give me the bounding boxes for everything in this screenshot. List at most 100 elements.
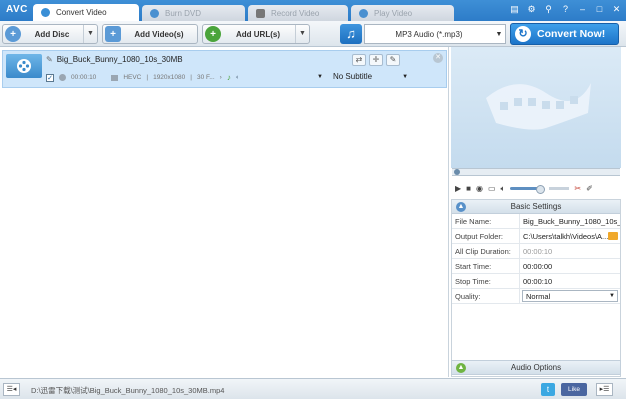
- minimize-icon[interactable]: –: [577, 4, 588, 15]
- add-urls-label: Add URL(s): [236, 29, 280, 39]
- speaker-icon[interactable]: 🔈︎: [501, 184, 506, 194]
- remove-file-icon[interactable]: ✕: [433, 53, 443, 63]
- add-urls-button[interactable]: + Add URL(s) ▼: [202, 24, 310, 44]
- tab-record-video[interactable]: Record Video: [248, 5, 348, 21]
- music-note-icon: ♪: [226, 73, 231, 82]
- cut-icon[interactable]: ✂: [574, 184, 581, 193]
- file-list-pane: ✎ Big_Buck_Bunny_1080_10s_30MB ✓ 00:00:1…: [0, 47, 449, 377]
- file-name-row: ✎ Big_Buck_Bunny_1080_10s_30MB: [46, 55, 183, 64]
- disc-icon: [150, 8, 159, 18]
- refresh-icon: ↻: [515, 26, 531, 42]
- volume-slider[interactable]: [510, 185, 546, 194]
- chevron-down-icon[interactable]: ▼: [295, 25, 309, 43]
- clip-duration-value: 00:00:10: [523, 246, 553, 256]
- volume-slider-rest: [549, 187, 570, 190]
- pen-icon[interactable]: ✐: [586, 184, 593, 193]
- playback-progress-slider[interactable]: [452, 168, 620, 176]
- quality-select[interactable]: Normal ▼: [522, 290, 618, 302]
- gear-icon[interactable]: ⚙: [526, 4, 537, 15]
- quality-value: Normal: [526, 291, 551, 301]
- film-plus-icon: +: [105, 26, 121, 42]
- tab-label: Burn DVD: [165, 8, 202, 18]
- settings-row-file-name: File Name: Big_Buck_Bunny_1080_10s_3...: [452, 214, 620, 229]
- settings-row-output-folder: Output Folder: C:\Users\talkh\Videos\A..…: [452, 229, 620, 244]
- edit-icon[interactable]: ✎: [46, 55, 53, 64]
- convert-now-button[interactable]: ↻ Convert Now!: [510, 23, 619, 45]
- settings-key: Output Folder:: [452, 229, 520, 243]
- speaker-icon: 🔈︎: [235, 73, 240, 81]
- chevron-down-icon: ▼: [609, 293, 615, 299]
- crop-icon[interactable]: ✛: [369, 54, 383, 66]
- settings-row-start-time: Start Time: 00:00:00: [452, 259, 620, 274]
- folder-icon[interactable]: [608, 232, 618, 240]
- tab-label: Play Video: [374, 8, 413, 18]
- settings-panel: ▲ Basic Settings File Name: Big_Buck_Bun…: [451, 199, 621, 377]
- preview-area: [451, 47, 621, 168]
- twitter-icon[interactable]: t: [541, 383, 555, 396]
- file-name[interactable]: Big_Buck_Bunny_1080_10s_30MB: [57, 55, 183, 64]
- tab-burn-dvd[interactable]: Burn DVD: [142, 5, 245, 21]
- settings-row-quality: Quality: Normal ▼: [452, 289, 620, 304]
- start-time-field[interactable]: 00:00:00: [520, 259, 620, 273]
- like-label: Like: [568, 386, 580, 393]
- basic-settings-title: Basic Settings: [510, 202, 562, 211]
- music-note-icon[interactable]: ♫: [340, 24, 362, 44]
- chevron-down-icon: ▼: [317, 73, 323, 80]
- subtitle-value: No Subtitle: [332, 72, 373, 81]
- snapshot-icon[interactable]: ◉: [476, 184, 483, 193]
- expand-icon: ▲: [456, 363, 466, 373]
- file-duration: 00:00:10: [71, 74, 97, 81]
- facebook-like-button[interactable]: Like: [561, 383, 587, 396]
- tab-label: Record Video: [271, 8, 320, 18]
- file-resolution: 1920x1080: [153, 74, 186, 81]
- add-videos-label: Add Video(s): [134, 29, 184, 39]
- folder-icon[interactable]: ▭: [488, 184, 496, 193]
- chevron-right-icon[interactable]: ›: [220, 74, 222, 81]
- video-thumbnail: [6, 54, 42, 78]
- add-videos-button[interactable]: + Add Video(s): [102, 24, 198, 44]
- clock-icon: [59, 74, 66, 81]
- settings-key: Quality:: [452, 289, 520, 303]
- file-name-field[interactable]: Big_Buck_Bunny_1080_10s_3...: [520, 214, 620, 228]
- convert-now-label: Convert Now!: [537, 28, 606, 40]
- convert-video-icon: [41, 8, 50, 17]
- edit-clip-icon[interactable]: ✎: [386, 54, 400, 66]
- tab-play-video[interactable]: Play Video: [351, 5, 454, 21]
- help-icon[interactable]: ?: [560, 4, 571, 15]
- panel-toggle-button[interactable]: ▸☰: [596, 383, 613, 396]
- basic-settings-header[interactable]: ▲ Basic Settings: [452, 200, 620, 214]
- file-checkbox[interactable]: ✓: [46, 73, 54, 82]
- play-icon[interactable]: ▶: [455, 184, 461, 193]
- settings-row-stop-time: Stop Time: 00:00:10: [452, 274, 620, 289]
- skin-icon[interactable]: ▤: [509, 4, 520, 15]
- list-view-button[interactable]: ☰◂: [3, 383, 20, 396]
- stop-time-field[interactable]: 00:00:10: [520, 274, 620, 288]
- file-meta: ✓ 00:00:10 HEVC | 1920x1080 | 30 F... › …: [46, 73, 240, 82]
- search-icon[interactable]: ⚲: [543, 4, 554, 15]
- output-format-value: MP3 Audio (*.mp3): [395, 29, 463, 39]
- add-disc-button[interactable]: + Add Disc ▼: [2, 24, 98, 44]
- convert-settings-icon[interactable]: ⇄: [352, 54, 366, 66]
- subtitle-select[interactable]: ▼ No Subtitle ▼: [317, 72, 408, 81]
- audio-options-header[interactable]: ▲ Audio Options: [451, 360, 621, 375]
- stop-icon[interactable]: ■: [466, 184, 471, 193]
- toolbar: + Add Disc ▼ + Add Video(s) + Add URL(s)…: [0, 21, 626, 47]
- close-icon[interactable]: ✕: [611, 4, 622, 15]
- film-strip-icon: [486, 82, 591, 130]
- collapse-up-icon: ▲: [456, 202, 466, 212]
- record-icon: [256, 8, 265, 18]
- disc-plus-icon: +: [5, 26, 21, 42]
- window-controls: ▤ ⚙ ⚲ ? – □ ✕: [509, 4, 622, 15]
- tab-convert-video[interactable]: Convert Video: [33, 4, 139, 21]
- player-controls: ▶ ■ ◉ ▭ 🔈︎ ✂ ✐: [452, 180, 620, 197]
- progress-knob[interactable]: [454, 169, 460, 175]
- chevron-down-icon: ▼: [402, 73, 409, 80]
- audio-options-title: Audio Options: [510, 363, 562, 372]
- output-format-select[interactable]: MP3 Audio (*.mp3) ▼: [364, 24, 506, 44]
- maximize-icon[interactable]: □: [594, 4, 605, 15]
- output-folder-field[interactable]: C:\Users\talkh\Videos\A...: [520, 229, 620, 243]
- tab-label: Convert Video: [56, 8, 107, 17]
- output-folder-value: C:\Users\talkh\Videos\A...: [523, 231, 609, 241]
- chevron-down-icon[interactable]: ▼: [83, 25, 97, 43]
- file-row[interactable]: ✎ Big_Buck_Bunny_1080_10s_30MB ✓ 00:00:1…: [2, 50, 447, 88]
